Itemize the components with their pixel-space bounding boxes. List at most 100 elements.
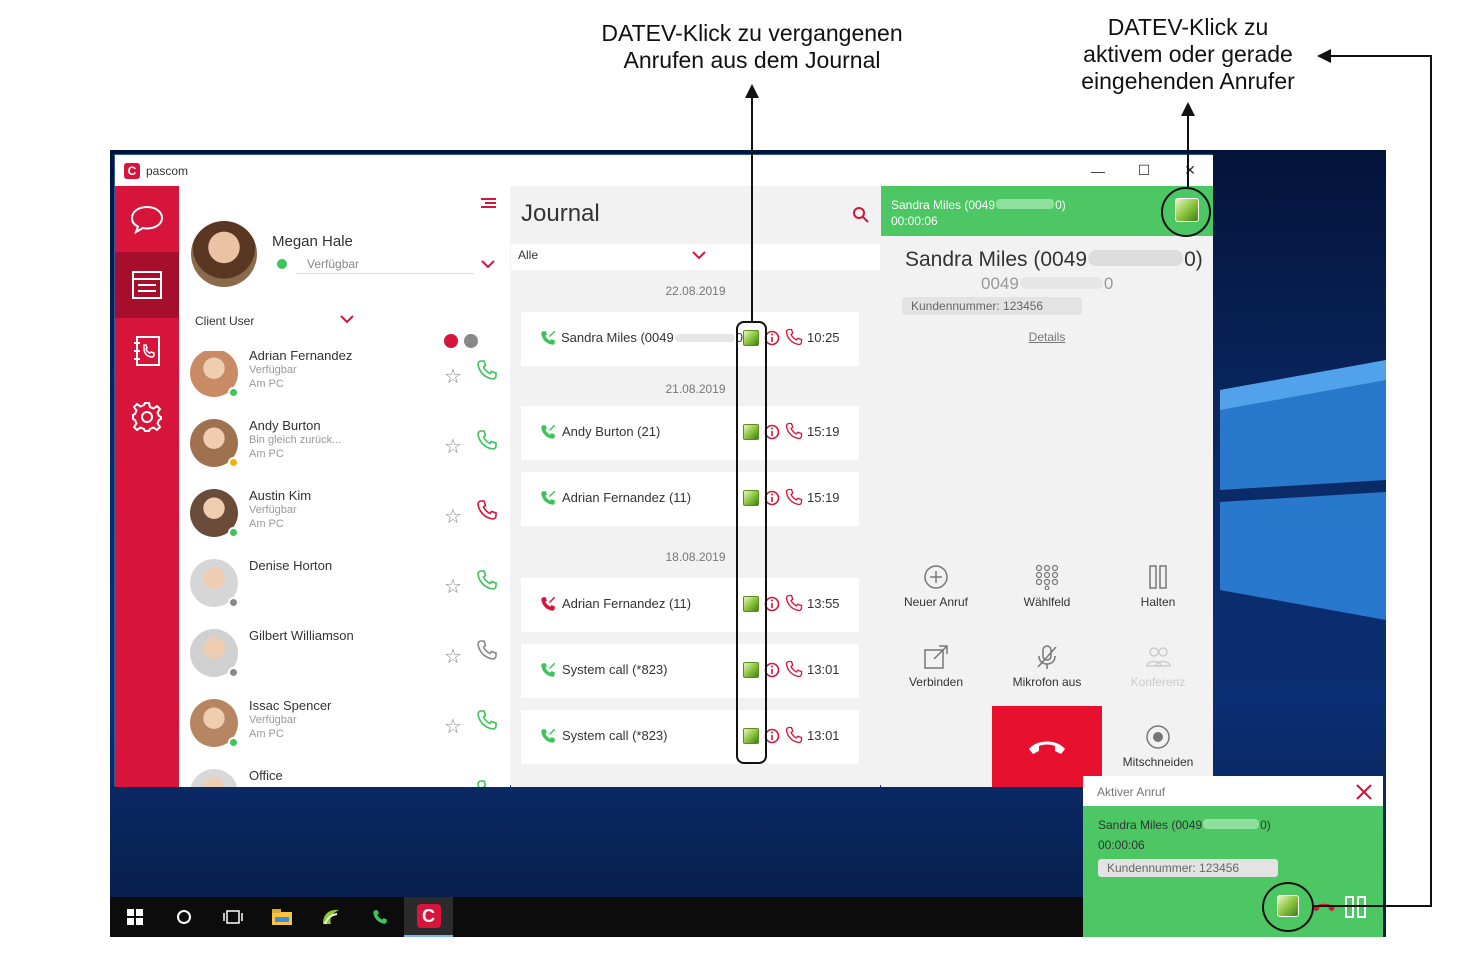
favorite-star-icon[interactable]: ☆ [444, 574, 462, 599]
journal-entry[interactable]: Sandra Miles (0049 0) 10:25 [521, 312, 859, 366]
journal-entry[interactable]: System call (*823) 13:01 [521, 710, 859, 764]
journal-entry-time: 13:01 [807, 728, 840, 743]
callback-phone-icon[interactable] [784, 487, 804, 507]
maximize-button[interactable]: ☐ [1121, 155, 1167, 186]
active-arrow-head [1181, 102, 1195, 116]
favorite-star-icon[interactable]: ☆ [444, 364, 462, 389]
call-direction-icon [541, 490, 556, 505]
journal-entry[interactable]: Adrian Fernandez (11) 13:55 [521, 578, 859, 632]
notification-arrow-right [1430, 56, 1432, 907]
notification-arrow-top [1330, 55, 1432, 57]
contact-row[interactable]: Denise Horton ☆ [179, 554, 510, 624]
conference-icon [1146, 647, 1171, 667]
record-action[interactable]: Mitschneiden [1103, 724, 1213, 769]
favorite-star-icon[interactable]: ☆ [444, 504, 462, 529]
call-phone-icon[interactable] [475, 568, 499, 592]
call-phone-icon[interactable] [475, 708, 499, 732]
hangup-button[interactable] [992, 706, 1102, 787]
contact-row[interactable]: Adrian Fernandez Verfügbar Am PC ☆ [179, 351, 510, 414]
phonebook-nav-button[interactable] [115, 318, 179, 384]
start-windows-icon[interactable] [110, 897, 159, 937]
status-chevron-down-icon[interactable] [480, 259, 496, 269]
redacted-number-small [1019, 277, 1103, 289]
contact-list: Adrian Fernandez Verfügbar Am PC ☆ Andy Burt… [179, 351, 510, 787]
filter-chevron-down-icon[interactable] [691, 250, 707, 260]
contact-name: Gilbert Williamson [249, 628, 354, 643]
record-label: Mitschneiden [1122, 755, 1194, 769]
contact-row[interactable]: Austin Kim Verfügbar Am PC ☆ [179, 484, 510, 554]
settings-nav-button[interactable] [115, 384, 179, 450]
file-explorer-icon[interactable] [257, 897, 306, 937]
journal-entry-time: 15:19 [807, 490, 840, 505]
search-circle-icon[interactable] [159, 897, 208, 937]
dialpad-icon [1035, 564, 1059, 591]
annotation-journal-line2: Anrufen aus dem Journal [623, 47, 881, 73]
callback-phone-icon[interactable] [784, 659, 804, 679]
contact-row[interactable]: Issac Spencer Verfügbar Am PC ☆ [179, 694, 510, 764]
group-select[interactable]: Client User [195, 312, 355, 330]
contact-row[interactable]: Gilbert Williamson ☆ [179, 624, 510, 694]
group-chevron-down-icon[interactable] [339, 314, 355, 324]
callback-phone-icon[interactable] [784, 421, 804, 441]
journal-panel: Journal Alle Alle 22.08.201921.08.201918… [511, 186, 880, 787]
call-phone-icon[interactable] [475, 778, 499, 787]
notification-datev-highlight [1262, 882, 1314, 932]
notification-header: Aktiver Anruf [1083, 776, 1383, 806]
view-toggle-grid-icon[interactable] [464, 334, 478, 348]
new-call-action[interactable]: Neuer Anruf [881, 564, 991, 609]
notification-caller: Sandra Miles (0049 0) [1098, 818, 1271, 832]
notification-hangup-icon[interactable] [1312, 901, 1336, 913]
plus-circle-icon [924, 565, 948, 589]
close-button[interactable]: ✕ [1167, 155, 1213, 186]
search-icon[interactable] [852, 206, 870, 224]
annotation-active-line2: aktivem oder gerade [1083, 41, 1293, 67]
chat-nav-button[interactable] [115, 186, 179, 252]
user-avatar[interactable] [191, 221, 257, 287]
favorite-star-icon[interactable]: ☆ [444, 434, 462, 459]
journal-entry[interactable]: Andy Burton (21) 15:19 [521, 406, 859, 460]
caller-name-end: 0) [1184, 248, 1203, 271]
call-direction-icon [541, 596, 556, 611]
notification-hold-icon[interactable] [1344, 895, 1368, 919]
gear-icon [132, 402, 162, 432]
callback-phone-icon[interactable] [784, 593, 804, 613]
mute-action[interactable]: Mikrofon aus [992, 644, 1102, 689]
journal-entry-label: System call (*823) [562, 662, 667, 677]
journal-entry-time: 15:19 [807, 424, 840, 439]
redacted-number [996, 199, 1055, 209]
journal-entry[interactable]: System call (*823) 13:01 [521, 644, 859, 698]
new-call-label: Neuer Anruf [903, 595, 969, 609]
user-status-select[interactable]: Verfügbar [296, 254, 474, 274]
pascom-taskbar-icon[interactable]: C [404, 897, 453, 937]
favorite-star-icon[interactable]: ☆ [444, 644, 462, 669]
contact-row[interactable]: Andy Burton Bin gleich zurück... Am PC ☆ [179, 414, 510, 484]
annotation-active-line3: eingehenden Anrufer [1081, 68, 1295, 94]
favorite-star-icon[interactable]: ☆ [444, 784, 462, 787]
minimize-button[interactable]: — [1075, 155, 1121, 186]
journal-arrow-head [745, 84, 759, 98]
caller-number-end: 0 [1103, 274, 1114, 293]
phone-app-icon[interactable] [355, 897, 404, 937]
dialpad-action[interactable]: Wählfeld [992, 564, 1102, 609]
call-phone-icon[interactable] [475, 498, 499, 522]
favorite-star-icon[interactable]: ☆ [444, 714, 462, 739]
hold-action[interactable]: Halten [1103, 564, 1213, 609]
call-phone-icon[interactable] [475, 358, 499, 382]
view-toggle-list-icon[interactable] [444, 334, 458, 348]
call-phone-icon[interactable] [475, 428, 499, 452]
journal-filter-label-overlay[interactable]: Alle [518, 248, 538, 262]
journal-entry[interactable]: Adrian Fernandez (11) 15:19 [521, 472, 859, 526]
transfer-action[interactable]: Verbinden [881, 644, 991, 689]
contact-row[interactable]: Office ☆ [179, 764, 510, 787]
journal-nav-button[interactable] [115, 252, 179, 318]
menu-icon[interactable] [479, 196, 497, 214]
call-phone-icon[interactable] [475, 638, 499, 662]
callback-phone-icon[interactable] [784, 327, 804, 347]
details-link[interactable]: Details [881, 330, 1213, 344]
notification-close-icon[interactable] [1355, 783, 1373, 801]
customer-number-badge: Kundennummer: 123456 [902, 297, 1082, 315]
notification-customer-badge: Kundennummer: 123456 [1098, 859, 1278, 877]
datev-app-icon[interactable] [306, 897, 355, 937]
task-view-icon[interactable] [208, 897, 257, 937]
callback-phone-icon[interactable] [784, 725, 804, 745]
